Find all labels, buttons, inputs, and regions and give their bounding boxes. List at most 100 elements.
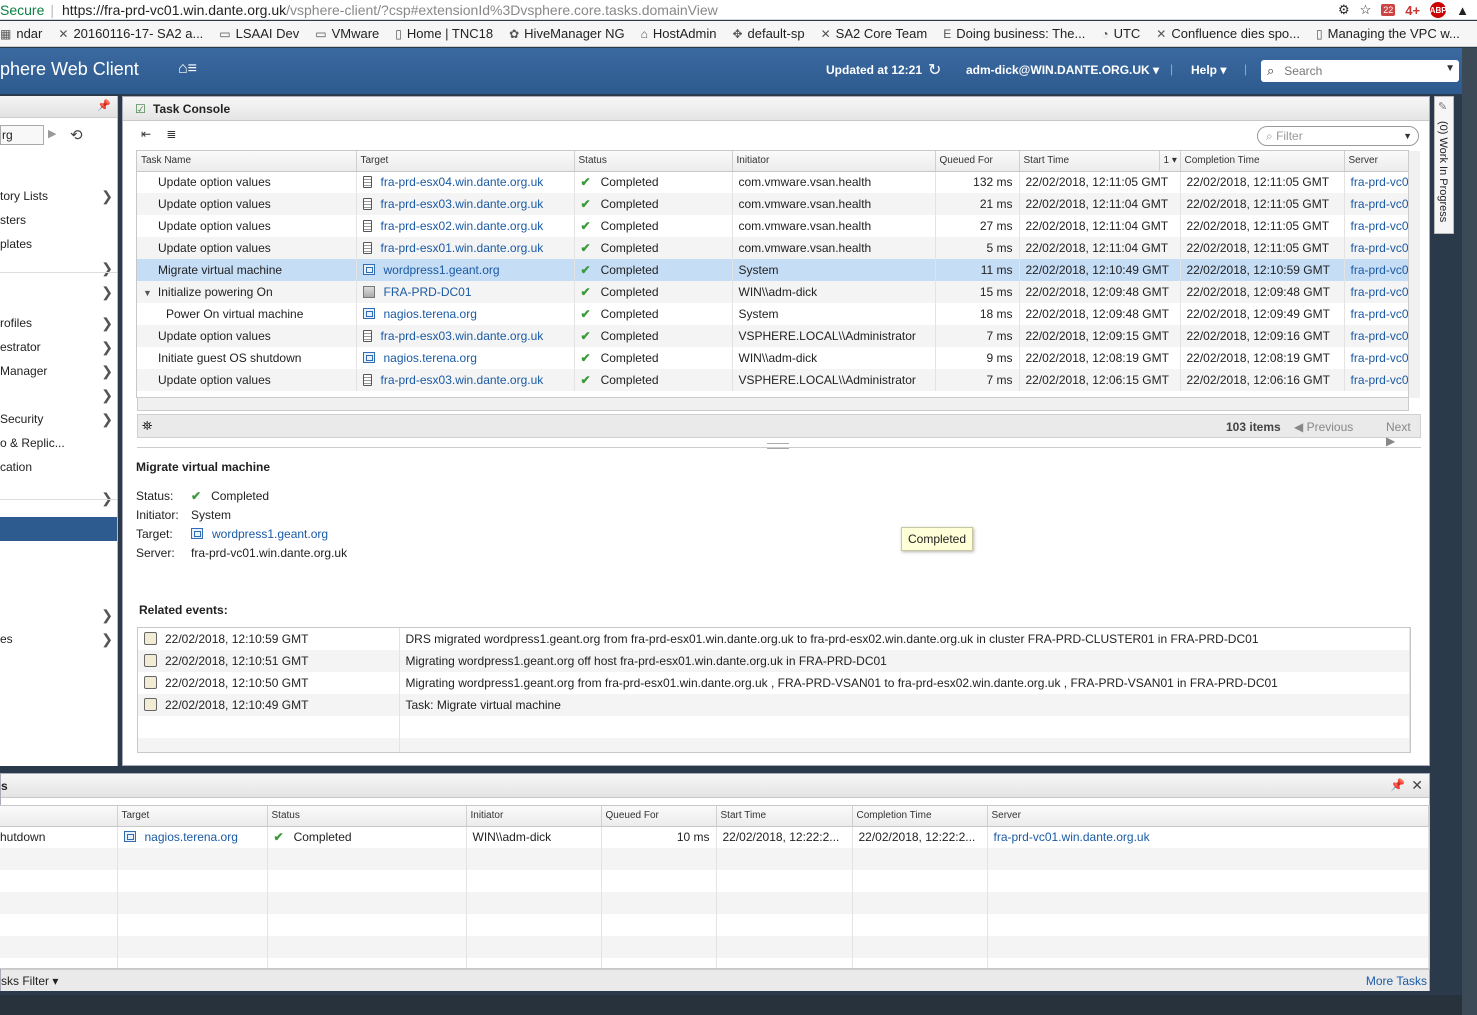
search-input[interactable]: ⌕ Search ▼ bbox=[1261, 60, 1459, 82]
server-link[interactable]: fra-prd-vc0 bbox=[1351, 329, 1409, 343]
server-link[interactable]: fra-prd-vc0 bbox=[1351, 241, 1409, 255]
nav-item[interactable]: rofiles ❯ bbox=[0, 313, 117, 333]
nav-item[interactable]: plates bbox=[0, 234, 117, 254]
target-cell[interactable]: fra-prd-esx02.win.dante.org.uk bbox=[356, 215, 575, 237]
column-header[interactable]: Completion Time bbox=[1180, 151, 1345, 172]
target-cell[interactable]: wordpress1.geant.org bbox=[356, 259, 575, 281]
column-header[interactable]: Target bbox=[356, 151, 575, 172]
column-header[interactable]: 1 ▾ bbox=[1159, 151, 1181, 172]
server-cell[interactable]: fra-prd-vc0 bbox=[1344, 347, 1409, 369]
server-cell[interactable]: fra-prd-vc0 bbox=[1344, 325, 1409, 347]
server-link[interactable]: fra-prd-vc01.win.dante.org.uk bbox=[994, 830, 1150, 844]
task-row[interactable]: Initiate guest OS shutdown nagios.terena.… bbox=[137, 347, 1409, 369]
task-row[interactable]: Update option values fra-prd-esx02.win.da… bbox=[137, 215, 1409, 237]
nav-item[interactable]: ❯ bbox=[0, 282, 117, 302]
four-badge[interactable]: 4+ bbox=[1405, 3, 1420, 18]
column-header[interactable]: Task Name bbox=[137, 151, 357, 172]
horizontal-scrollbar[interactable] bbox=[137, 397, 1409, 411]
work-in-progress-rail[interactable]: ✎ (0) Work In Progress bbox=[1434, 96, 1454, 234]
server-cell[interactable]: fra-prd-vc0 bbox=[1344, 237, 1409, 259]
target-cell[interactable]: fra-prd-esx03.win.dante.org.uk bbox=[356, 193, 575, 215]
bookmark-item[interactable]: ◔ UTC bbox=[1101, 26, 1140, 41]
bookmark-item[interactable]: ✕ SA2 Core Team bbox=[821, 26, 928, 41]
target-link[interactable]: fra-prd-esx03.win.dante.org.uk bbox=[381, 373, 544, 387]
target-link[interactable]: wordpress1.geant.org bbox=[191, 527, 328, 541]
server-cell[interactable]: fra-prd-vc0 bbox=[1344, 369, 1408, 391]
column-header[interactable]: Initiator bbox=[466, 806, 602, 827]
column-header[interactable]: Initiator bbox=[732, 151, 936, 172]
bookmark-item[interactable]: ▯ Home | TNC18 bbox=[395, 26, 493, 41]
column-header[interactable] bbox=[0, 806, 118, 827]
help-menu[interactable]: Help ▾ bbox=[1191, 63, 1226, 77]
server-link[interactable]: fra-prd-vc0 bbox=[1351, 197, 1409, 211]
server-cell[interactable]: fra-prd-vc0 bbox=[1344, 303, 1409, 325]
server-cell[interactable]: fra-prd-vc0 bbox=[1344, 171, 1409, 193]
refresh-icon[interactable]: ↻ bbox=[928, 60, 941, 80]
bookmark-item[interactable]: ⌂ HostAdmin bbox=[641, 26, 717, 41]
previous-button[interactable]: ◀ Previous bbox=[1294, 420, 1353, 434]
task-row[interactable]: Update option values fra-prd-esx04.win.da… bbox=[137, 171, 1409, 193]
more-tasks-link[interactable]: More Tasks bbox=[1366, 974, 1427, 988]
url-host[interactable]: https://fra-prd-vc01.win.dante.org.uk bbox=[62, 2, 286, 18]
server-link[interactable]: fra-prd-vc0 bbox=[1351, 351, 1409, 365]
nav-item[interactable]: o & Replic... bbox=[0, 433, 117, 453]
extension-icon[interactable]: ⚙ bbox=[1338, 2, 1350, 18]
column-header[interactable]: Queued For bbox=[601, 806, 717, 827]
chevron-right-icon[interactable]: ▶ bbox=[48, 127, 56, 140]
recent-task-row[interactable]: hutdown nagios.terena.org ✔ Completed WIN\\a… bbox=[0, 826, 1429, 848]
target-link[interactable]: nagios.terena.org bbox=[384, 351, 477, 365]
column-header[interactable]: Target bbox=[117, 806, 268, 827]
bookmark-item[interactable]: ✕ 20160116-17- SA2 a... bbox=[58, 26, 203, 41]
nav-item[interactable]: estrator ❯ bbox=[0, 337, 117, 357]
navigator-breadcrumb[interactable]: rg bbox=[0, 125, 44, 145]
target-cell[interactable]: fra-prd-esx04.win.dante.org.uk bbox=[356, 171, 575, 193]
target-link[interactable]: fra-prd-esx03.win.dante.org.uk bbox=[381, 197, 544, 211]
bookmark-item[interactable]: ✕ Confluence dies spo... bbox=[1156, 26, 1300, 41]
target-cell[interactable]: fra-prd-esx01.win.dante.org.uk bbox=[356, 237, 575, 259]
nav-item[interactable]: es ❯ bbox=[0, 629, 117, 649]
user-menu[interactable]: adm-dick@WIN.DANTE.ORG.UK ▾ bbox=[966, 63, 1159, 77]
expand-triangle-icon[interactable]: ▼ bbox=[143, 288, 152, 298]
chevron-down-icon[interactable]: ▼ bbox=[1403, 127, 1412, 145]
splitter-handle[interactable] bbox=[767, 443, 789, 449]
task-row[interactable]: ▼ Initialize powering On FRA-PRD-DC01 ✔ Comp… bbox=[137, 281, 1409, 303]
target-cell[interactable]: fra-prd-esx03.win.dante.org.uk bbox=[356, 325, 575, 347]
server-link[interactable]: fra-prd-vc0 bbox=[1351, 219, 1409, 233]
selected-nav-item[interactable] bbox=[0, 517, 117, 541]
event-row[interactable]: 22/02/2018, 12:10:50 GMT Migrating wordpr… bbox=[138, 672, 1410, 694]
target-cell[interactable]: FRA-PRD-DC01 bbox=[356, 281, 575, 303]
target-link[interactable]: fra-prd-esx03.win.dante.org.uk bbox=[381, 329, 544, 343]
nav-item[interactable]: ❯ bbox=[0, 385, 117, 405]
nav-item[interactable]: ❯ bbox=[0, 605, 117, 625]
task-row[interactable]: Update option values fra-prd-esx01.win.da… bbox=[137, 237, 1409, 259]
chevron-down-icon[interactable]: ▼ bbox=[1445, 63, 1455, 74]
home-menu-icon[interactable]: ⌂≡ bbox=[178, 60, 197, 78]
bookmark-item[interactable]: ▦ ndar bbox=[0, 26, 42, 41]
drive-icon[interactable]: ▲ bbox=[1456, 3, 1469, 18]
next-button[interactable]: Next ▶ bbox=[1386, 420, 1420, 448]
filter-input[interactable]: ⌕ Filter ▼ bbox=[1257, 126, 1419, 146]
target-link[interactable]: FRA-PRD-DC01 bbox=[384, 285, 472, 299]
task-row[interactable]: Update option values fra-prd-esx03.win.da… bbox=[137, 369, 1408, 391]
calendar-badge[interactable]: 22 bbox=[1381, 4, 1396, 16]
column-toggle-icons[interactable]: ⇤ ≣ bbox=[141, 127, 182, 141]
binoculars-icon[interactable]: ⛯ bbox=[142, 418, 152, 434]
target-cell[interactable]: nagios.terena.org bbox=[117, 826, 268, 848]
close-icon[interactable]: ✕ bbox=[1411, 777, 1423, 794]
server-link[interactable]: fra-prd-vc0 bbox=[1351, 307, 1409, 321]
server-link[interactable]: fra-prd-vc0 bbox=[1351, 175, 1409, 189]
server-link[interactable]: fra-prd-vc0 bbox=[1351, 263, 1409, 277]
bookmark-item[interactable]: ▭ VMware bbox=[315, 26, 379, 41]
vertical-scrollbar[interactable] bbox=[1408, 151, 1420, 398]
bookmark-item[interactable]: ▯ Managing the VPC w... bbox=[1316, 26, 1460, 41]
nav-item[interactable]: ❯ bbox=[0, 258, 117, 278]
server-cell[interactable]: fra-prd-vc0 bbox=[1344, 259, 1409, 281]
column-header[interactable]: Start Time bbox=[1019, 151, 1160, 172]
column-header[interactable]: Status bbox=[267, 806, 467, 827]
bookmark-item[interactable]: ✥ default-sp bbox=[732, 26, 804, 41]
target-link[interactable]: fra-prd-esx04.win.dante.org.uk bbox=[381, 175, 544, 189]
nav-item[interactable]: tory Lists ❯ bbox=[0, 186, 117, 206]
column-header[interactable]: Completion Time bbox=[852, 806, 988, 827]
server-link[interactable]: fra-prd-vc0 bbox=[1351, 285, 1409, 299]
target-cell[interactable]: nagios.terena.org bbox=[356, 303, 575, 325]
